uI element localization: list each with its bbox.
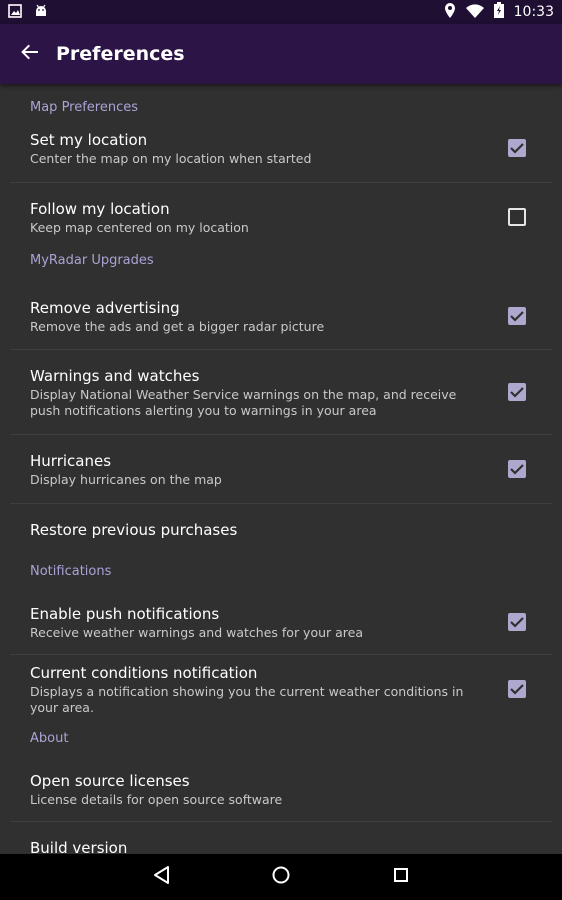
pref-text: Enable push notifications Receive weathe…	[30, 604, 532, 641]
pref-warnings-and-watches[interactable]: Warnings and watches Display National We…	[0, 350, 562, 434]
recents-square-icon	[392, 866, 410, 888]
pref-summary: Displays a notification showing you the …	[30, 683, 464, 715]
checkbox-follow-my-location[interactable]	[508, 208, 526, 226]
location-icon	[444, 2, 456, 22]
status-bar: 10:33	[0, 0, 562, 24]
pref-title: Current conditions notification	[30, 663, 258, 682]
checkbox-set-my-location[interactable]	[508, 139, 526, 157]
pref-summary: Display National Weather Service warning…	[30, 386, 457, 418]
app-toolbar: Preferences	[0, 24, 562, 84]
pref-open-source-licenses[interactable]: Open source licenses License details for…	[0, 757, 562, 821]
nav-recents-button[interactable]	[341, 854, 461, 900]
pref-title: Remove advertising	[30, 298, 180, 317]
pref-current-conditions-notification[interactable]: Current conditions notification Displays…	[0, 655, 562, 723]
pref-text: Remove advertising Remove the ads and ge…	[30, 298, 532, 335]
pref-text: Restore previous purchases	[30, 520, 532, 540]
pref-text: Build version	[30, 838, 532, 854]
nav-back-button[interactable]	[101, 854, 221, 900]
battery-icon	[493, 2, 504, 22]
android-icon	[34, 3, 48, 22]
pref-text: Set my location Center the map on my loc…	[30, 130, 532, 167]
back-triangle-icon	[152, 865, 170, 889]
pref-title: Restore previous purchases	[30, 521, 238, 539]
checkbox-warnings-and-watches[interactable]	[508, 383, 526, 401]
pref-title: Set my location	[30, 130, 148, 149]
pref-follow-my-location[interactable]: Follow my location Keep map centered on …	[0, 183, 562, 251]
status-icons-left	[8, 3, 48, 22]
checkbox-remove-advertising[interactable]	[508, 307, 526, 325]
section-header-notifications: Notifications	[30, 564, 112, 579]
page-title: Preferences	[56, 43, 185, 65]
nav-home-button[interactable]	[221, 854, 341, 900]
pref-set-my-location[interactable]: Set my location Center the map on my loc…	[0, 114, 562, 182]
pref-restore-purchases[interactable]: Restore previous purchases	[0, 504, 562, 556]
pref-title: Hurricanes	[30, 451, 112, 470]
pref-text: Open source licenses License details for…	[30, 771, 532, 808]
pref-summary: Display hurricanes on the map	[30, 471, 222, 487]
status-time: 10:33	[513, 4, 554, 20]
pref-summary: Keep map centered on my location	[30, 219, 249, 235]
pref-summary: Receive weather warnings and watches for…	[30, 624, 364, 640]
system-nav-bar	[0, 854, 562, 900]
pref-title: Build version	[30, 839, 128, 854]
pref-text: Hurricanes Display hurricanes on the map	[30, 451, 532, 488]
pref-title: Open source licenses	[30, 771, 190, 790]
wifi-icon	[465, 3, 484, 22]
pref-title: Warnings and watches	[30, 366, 200, 385]
back-button[interactable]	[0, 24, 60, 84]
pref-text: Current conditions notification Displays…	[30, 663, 532, 716]
pref-build-version[interactable]: Build version	[0, 822, 562, 854]
pref-text: Follow my location Keep map centered on …	[30, 199, 532, 236]
status-icons-right: 10:33	[444, 2, 554, 22]
arrow-back-icon	[21, 43, 39, 65]
section-header-myradar-upgrades: MyRadar Upgrades	[30, 253, 154, 268]
preferences-list[interactable]: Map Preferences Set my location Center t…	[0, 84, 562, 854]
home-circle-icon	[271, 865, 291, 889]
pref-title: Follow my location	[30, 199, 170, 218]
checkbox-current-conditions-notification[interactable]	[508, 680, 526, 698]
checkbox-hurricanes[interactable]	[508, 460, 526, 478]
pref-text: Warnings and watches Display National We…	[30, 366, 532, 419]
pref-remove-advertising[interactable]: Remove advertising Remove the ads and ge…	[0, 283, 562, 349]
section-header-about: About	[30, 731, 69, 746]
pref-hurricanes[interactable]: Hurricanes Display hurricanes on the map	[0, 435, 562, 503]
pref-summary: Remove the ads and get a bigger radar pi…	[30, 318, 325, 334]
pref-summary: License details for open source software	[30, 791, 283, 807]
image-icon	[8, 3, 22, 22]
checkbox-enable-push-notifications[interactable]	[508, 613, 526, 631]
pref-enable-push-notifications[interactable]: Enable push notifications Receive weathe…	[0, 590, 562, 654]
pref-summary: Center the map on my location when start…	[30, 150, 312, 166]
pref-title: Enable push notifications	[30, 604, 220, 623]
